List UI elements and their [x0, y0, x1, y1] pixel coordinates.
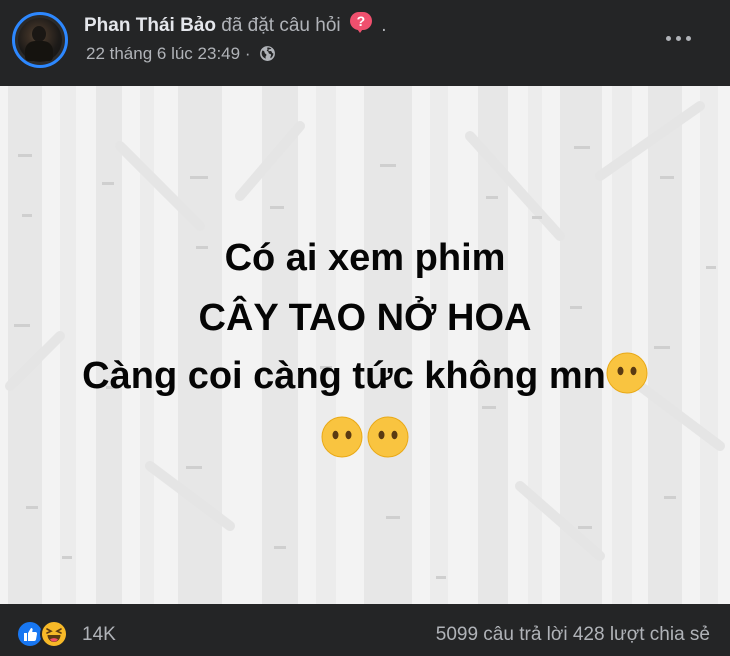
face-without-mouth-emoji — [606, 352, 648, 394]
post-meta: 22 tháng 6 lúc 23:49 · — [86, 44, 276, 64]
post-text-line-2: CÂY TAO NỞ HOA — [198, 297, 532, 339]
ellipsis-dot — [676, 36, 681, 41]
ellipsis-dot — [686, 36, 691, 41]
reaction-icons[interactable] — [16, 620, 72, 648]
shares-count[interactable]: 428 lượt chia sẻ — [573, 624, 710, 645]
haha-icon — [40, 620, 68, 648]
post-text-line-3: Càng coi càng tức không mn — [0, 348, 730, 405]
face-without-mouth-emoji — [321, 416, 363, 458]
post-timestamp[interactable]: 22 tháng 6 lúc 23:49 — [86, 44, 240, 63]
meta-separator: · — [244, 44, 251, 63]
post-background-card: Có ai xem phim CÂY TAO NỞ HOA Càng coi c… — [0, 86, 730, 604]
question-icon: ? — [349, 12, 372, 34]
globe-icon[interactable] — [259, 45, 276, 62]
action-suffix: . — [381, 15, 387, 36]
post-text-line-1: Có ai xem phim — [224, 237, 506, 279]
post-title-line: Phan Thái Bảo đã đặt câu hỏi ? . — [84, 12, 386, 37]
reaction-count[interactable]: 14K — [82, 624, 116, 646]
ellipsis-icon — [666, 36, 671, 41]
answers-count[interactable]: 5099 câu trả lời — [436, 624, 568, 645]
more-options-button[interactable] — [666, 30, 692, 46]
post-text-line-3-text: Càng coi càng tức không mn — [82, 355, 606, 397]
post-emoji-line — [0, 412, 730, 469]
avatar[interactable] — [12, 12, 68, 68]
face-without-mouth-emoji — [367, 416, 409, 458]
answers-and-shares: 5099 câu trả lời 428 lượt chia sẻ — [436, 624, 710, 646]
post-header: Phan Thái Bảo đã đặt câu hỏi ? . 22 thán… — [0, 0, 730, 86]
author-name[interactable]: Phan Thái Bảo — [84, 15, 216, 36]
post-action-text: đã đặt câu hỏi — [221, 15, 341, 36]
